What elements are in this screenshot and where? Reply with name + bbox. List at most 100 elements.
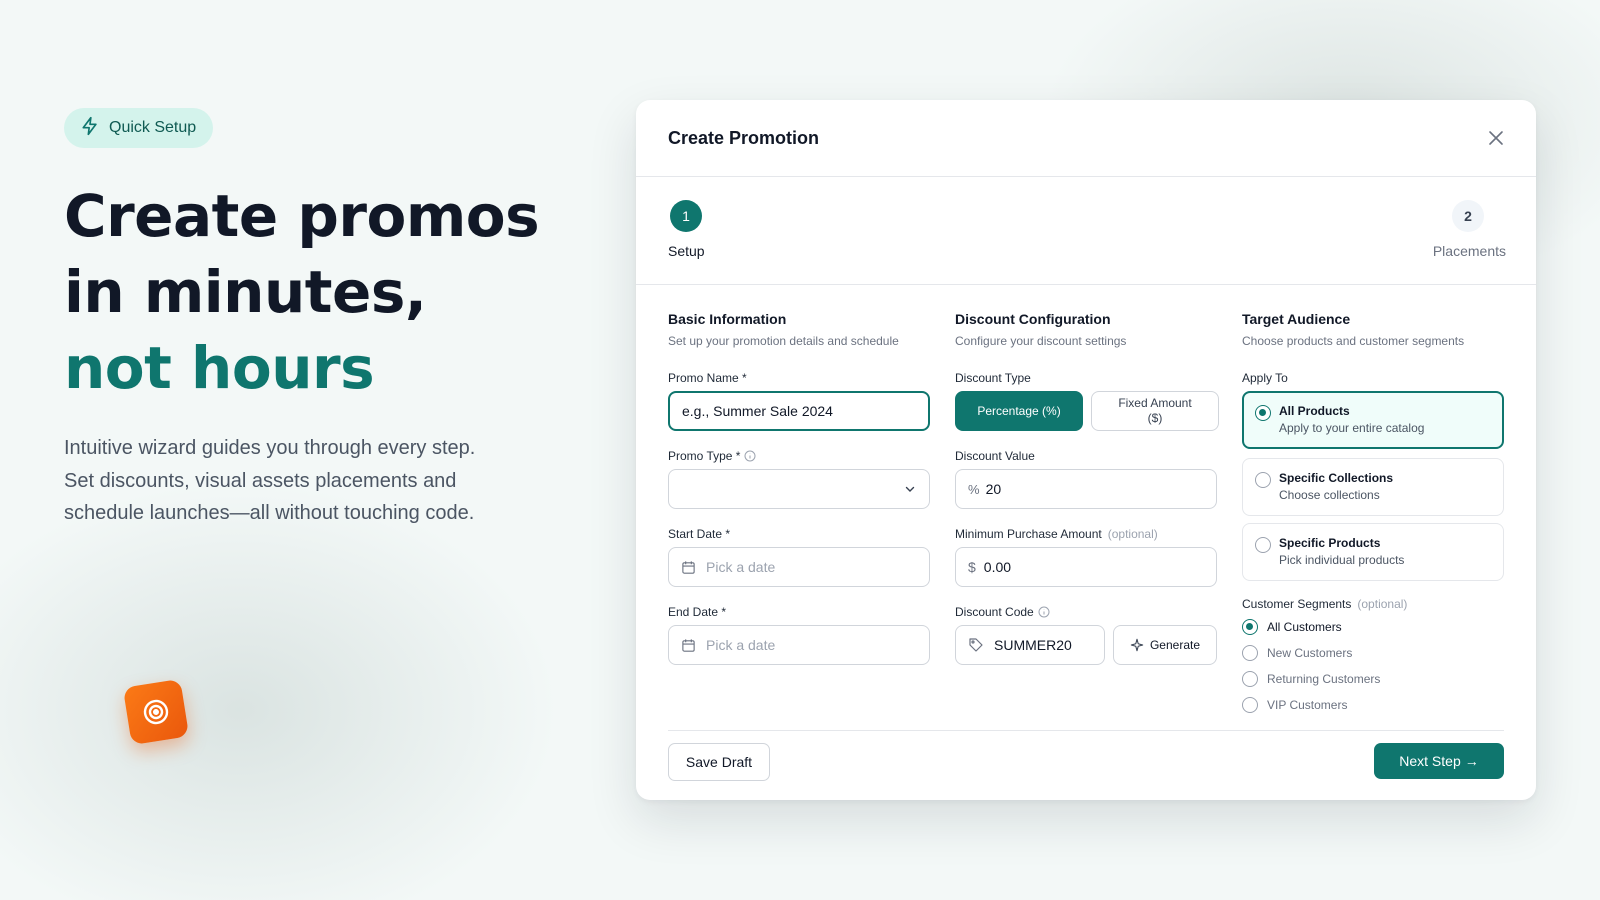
apply-specific-products-option[interactable]: Specific Products Pick individual produc… (1242, 523, 1504, 581)
percent-prefix: % (968, 481, 980, 497)
option-description: Apply to your entire catalog (1279, 421, 1425, 435)
sparkle-icon (1130, 638, 1144, 652)
date-placeholder: Pick a date (706, 559, 776, 575)
end-date-picker[interactable]: Pick a date (668, 625, 930, 665)
generate-code-button[interactable]: Generate (1113, 625, 1217, 665)
label-text: Promo Type * (668, 449, 741, 463)
info-icon[interactable] (744, 450, 756, 462)
customer-segments-label: Customer Segments (optional) (1242, 597, 1407, 611)
radio-unselected[interactable] (1242, 697, 1258, 713)
option-description: Choose collections (1279, 488, 1380, 502)
lightning-icon (80, 116, 100, 141)
apply-specific-collections-option[interactable]: Specific Collections Choose collections (1242, 458, 1504, 516)
promo-type-label: Promo Type * (668, 449, 756, 463)
option-description: Pick individual products (1279, 553, 1405, 567)
discount-code-value: SUMMER20 (994, 637, 1072, 653)
discount-value-label: Discount Value (955, 449, 1035, 463)
basic-information-section: Basic Information Set up your promotion … (668, 311, 930, 665)
close-icon[interactable] (1486, 128, 1506, 148)
segment-returning-customers[interactable]: Returning Customers (1242, 671, 1380, 687)
info-icon[interactable] (1038, 606, 1050, 618)
quick-setup-badge: Quick Setup (64, 108, 214, 148)
option-title: All Products (1279, 404, 1350, 418)
tag-icon (969, 638, 983, 652)
step-number[interactable]: 1 (670, 200, 702, 232)
section-description: Configure your discount settings (955, 334, 1127, 348)
segment-label: Returning Customers (1267, 672, 1381, 686)
discount-code-input[interactable]: SUMMER20 (955, 625, 1105, 665)
discount-value-input[interactable]: % 20 (955, 469, 1217, 509)
hero-subtitle: Intuitive wizard guides you through ever… (64, 437, 476, 524)
promo-name-label: Promo Name * (668, 371, 747, 385)
promo-name-input[interactable]: e.g., Summer Sale 2024 (668, 391, 930, 431)
label-text: Promo Name * (668, 371, 747, 385)
badge-label: Quick Setup (109, 119, 197, 136)
discount-type-label: Discount Type (955, 371, 1031, 385)
section-title: Basic Information (668, 311, 787, 327)
label-text: Minimum Purchase Amount (955, 527, 1102, 541)
target-audience-section: Target Audience Choose products and cust… (1242, 311, 1504, 713)
segment-label: All Customers (1267, 620, 1342, 634)
footer-divider (668, 730, 1504, 731)
radio-unselected[interactable] (1242, 671, 1258, 687)
save-draft-button[interactable]: Save Draft (668, 743, 770, 781)
label-text: Apply To (1242, 371, 1288, 385)
generate-label: Generate (1149, 638, 1201, 652)
section-title: Target Audience (1242, 311, 1351, 327)
modal-title: Create Promotion (668, 128, 820, 148)
radio-unselected[interactable] (1255, 472, 1271, 488)
modal-header: Create Promotion (636, 100, 1536, 177)
calendar-icon (682, 638, 695, 652)
min-purchase-input[interactable]: $ 0.00 (955, 547, 1217, 587)
segment-new-customers[interactable]: New Customers (1242, 645, 1352, 661)
start-date-label: Start Date * (668, 527, 730, 541)
min-purchase-value: 0.00 (983, 559, 1012, 575)
option-title: Specific Collections (1279, 471, 1394, 485)
min-purchase-label: Minimum Purchase Amount (optional) (955, 527, 1158, 541)
percentage-type-button[interactable]: Percentage (%) (955, 391, 1083, 431)
radio-unselected[interactable] (1255, 537, 1271, 553)
segment-label: VIP Customers (1267, 698, 1348, 712)
apply-all-products-option[interactable]: All Products Apply to your entire catalo… (1242, 391, 1504, 449)
wizard-stepper: 1 Setup 2 Placements (636, 177, 1536, 285)
hero-title: Create promos in minutes, not hours (64, 178, 584, 406)
label-text: End Date * (668, 605, 727, 619)
hero-title-line: Create promos (64, 182, 540, 250)
segment-label: New Customers (1267, 646, 1353, 660)
radio-unselected[interactable] (1242, 645, 1258, 661)
step-number[interactable]: 2 (1452, 200, 1484, 232)
calendar-icon (682, 560, 695, 574)
step-label-setup[interactable]: Setup (668, 243, 705, 259)
hero-title-accent: not hours (64, 334, 375, 402)
promo-type-select[interactable] (668, 469, 930, 509)
create-promotion-modal: Create Promotion 1 Setup 2 Placements Ba… (636, 100, 1536, 800)
fixed-amount-type-button[interactable]: Fixed Amount ($) (1091, 391, 1219, 431)
chevron-down-icon (905, 486, 915, 492)
option-title: Specific Products (1279, 536, 1381, 550)
radio-selected[interactable] (1255, 405, 1271, 421)
apply-to-label: Apply To (1242, 371, 1288, 385)
segment-vip-customers[interactable]: VIP Customers (1242, 697, 1347, 713)
date-placeholder: Pick a date (706, 637, 776, 653)
optional-tag: (optional) (1357, 597, 1408, 611)
section-description: Set up your promotion details and schedu… (668, 334, 899, 348)
hero-section: Quick Setup Create promos in minutes, no… (64, 108, 584, 530)
end-date-label: End Date * (668, 605, 726, 619)
step-label-placements[interactable]: Placements (1433, 243, 1506, 259)
segment-all-customers[interactable]: All Customers (1242, 619, 1342, 635)
next-step-button[interactable]: Next Step → (1374, 743, 1504, 779)
promo-name-value: e.g., Summer Sale 2024 (682, 403, 833, 419)
label-text: Discount Value (955, 449, 1035, 463)
next-step-label: Next Step (1399, 753, 1461, 769)
discount-configuration-section: Discount Configuration Configure your di… (955, 311, 1219, 665)
background-glow (0, 480, 560, 900)
start-date-picker[interactable]: Pick a date (668, 547, 930, 587)
arrow-right-icon: → (1464, 753, 1479, 769)
optional-tag: (optional) (1107, 527, 1158, 541)
label-text: Start Date * (668, 527, 731, 541)
label-text: Discount Code (955, 605, 1034, 619)
dollar-prefix: $ (968, 559, 976, 575)
radio-selected[interactable] (1242, 619, 1258, 635)
hero-title-line: in minutes, (64, 258, 427, 326)
discount-value: 20 (985, 481, 1002, 497)
